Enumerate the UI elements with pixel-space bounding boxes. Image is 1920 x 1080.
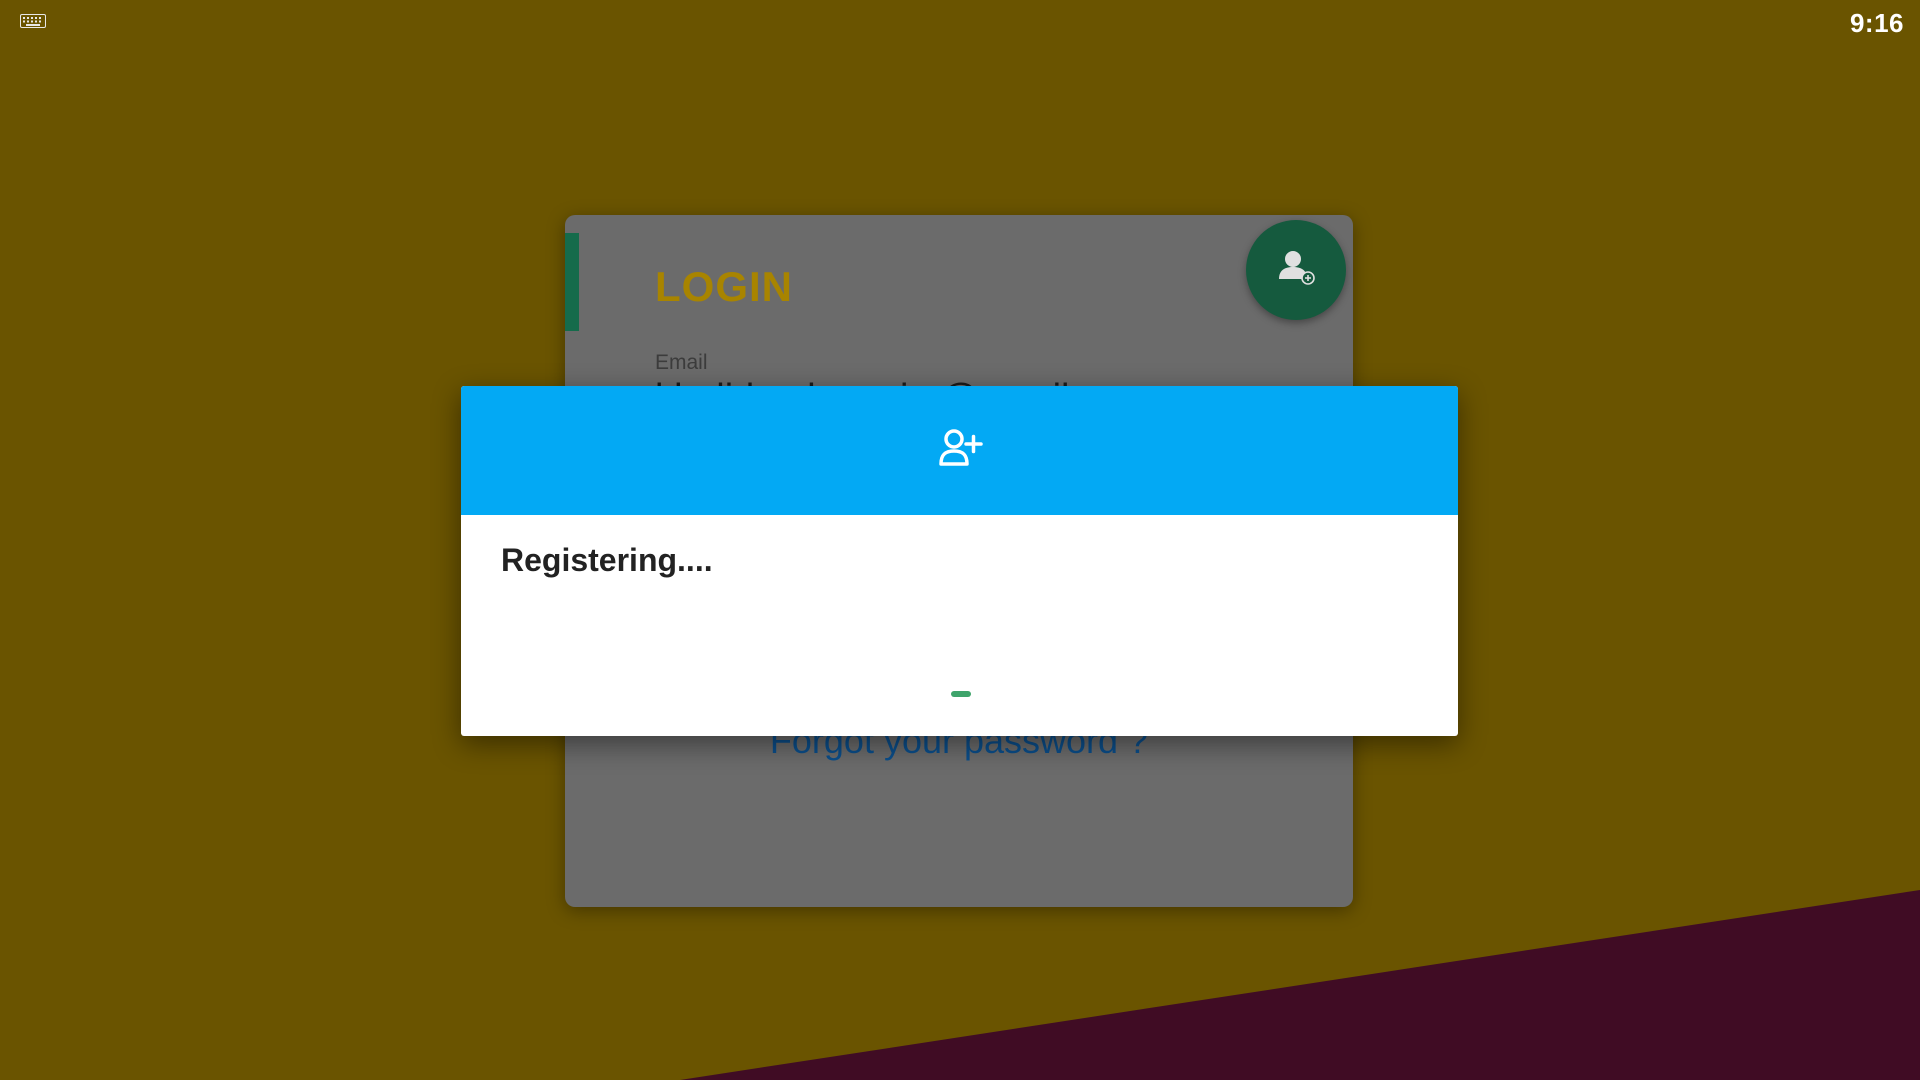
- loading-spinner: [951, 691, 971, 697]
- dialog-message: Registering....: [501, 542, 713, 578]
- user-add-icon: [1271, 243, 1321, 298]
- user-plus-icon: [936, 424, 984, 477]
- registering-dialog: Registering....: [461, 386, 1458, 736]
- status-clock: 9:16: [1849, 8, 1904, 38]
- screen: 9:16 LOGIN Email khalidmohamcim@gmail.co…: [0, 0, 1920, 1080]
- keyboard-icon: [20, 14, 46, 28]
- email-label: Email: [655, 351, 708, 374]
- login-title: LOGIN: [655, 263, 793, 310]
- login-accent-bar: [565, 233, 579, 331]
- dialog-header: [461, 386, 1458, 515]
- status-bar: 9:16: [0, 0, 1920, 46]
- add-user-button[interactable]: [1246, 220, 1346, 320]
